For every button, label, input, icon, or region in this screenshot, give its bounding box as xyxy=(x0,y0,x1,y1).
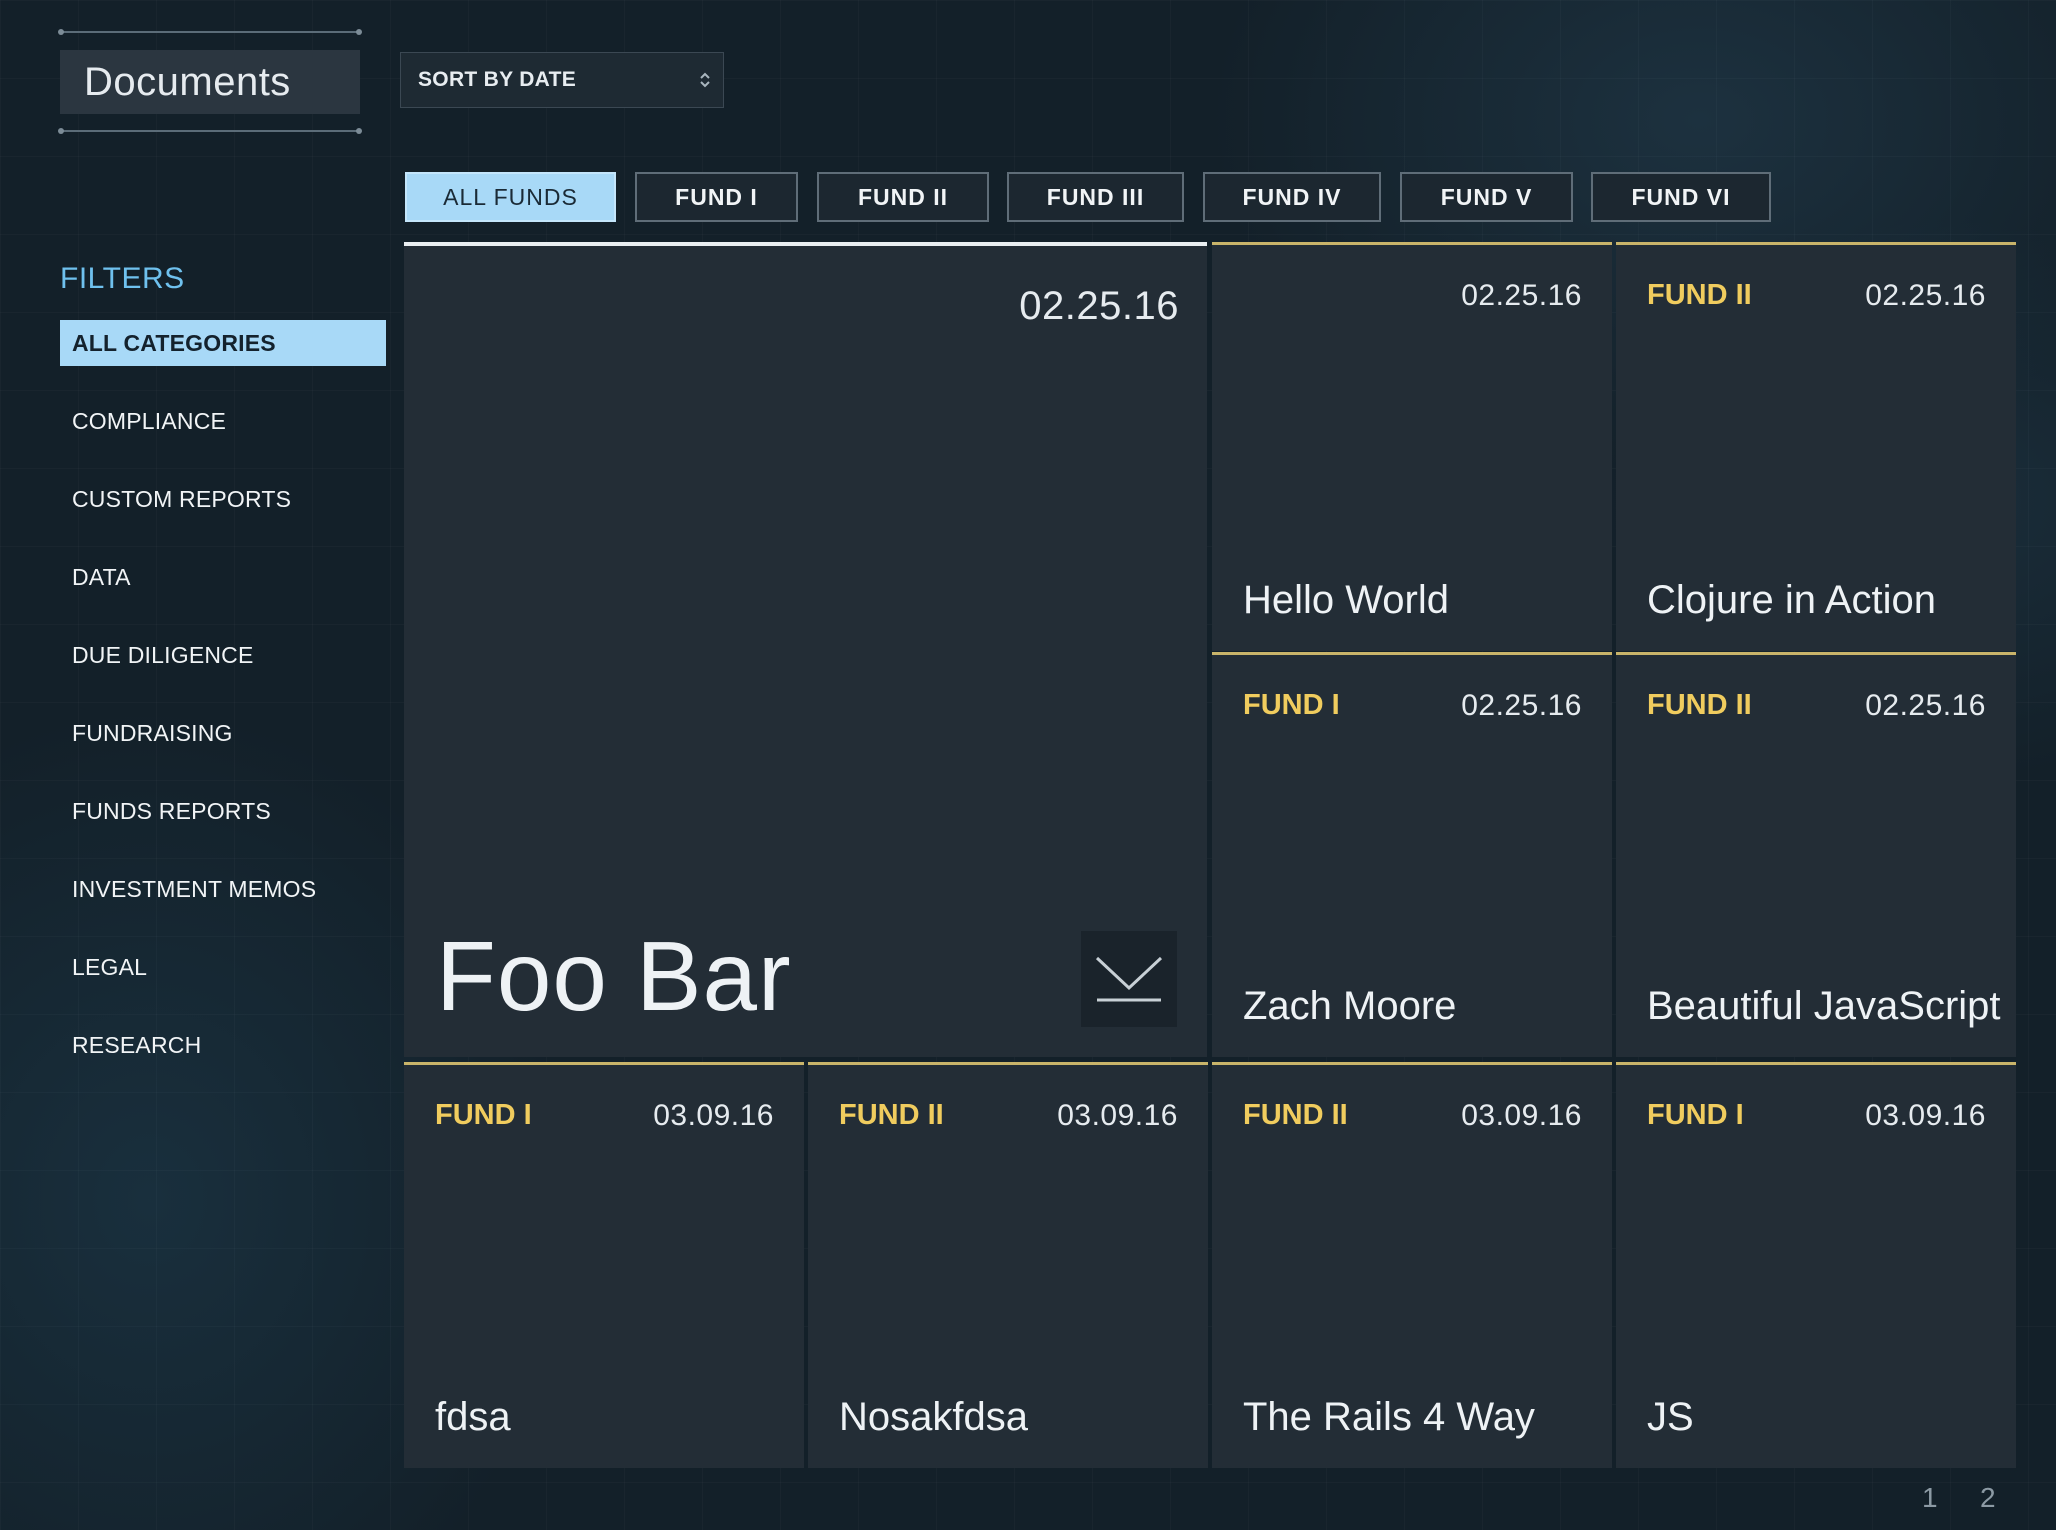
tab-fund-iv[interactable]: FUND IV xyxy=(1203,172,1381,222)
download-button[interactable] xyxy=(1081,931,1177,1027)
filter-funds-reports[interactable]: FUNDS REPORTS xyxy=(60,788,386,834)
tab-fund-i[interactable]: FUND I xyxy=(635,172,798,222)
filter-all-categories[interactable]: ALL CATEGORIES xyxy=(60,320,386,366)
document-card[interactable]: FUND I 03.09.16 fdsa xyxy=(404,1062,804,1468)
sort-dropdown-label: SORT BY DATE xyxy=(418,68,577,91)
filter-due-diligence[interactable]: DUE DILIGENCE xyxy=(60,632,386,678)
filter-investment-memos[interactable]: INVESTMENT MEMOS xyxy=(60,866,386,912)
document-fund: FUND I xyxy=(1243,689,1340,721)
filter-custom-reports[interactable]: CUSTOM REPORTS xyxy=(60,476,386,522)
document-title: Zach Moore xyxy=(1243,984,1457,1028)
document-fund: FUND II xyxy=(1243,1099,1348,1131)
document-card-featured[interactable]: 02.25.16 Foo Bar xyxy=(404,242,1207,1057)
filter-legal[interactable]: LEGAL xyxy=(60,944,386,990)
tab-fund-vi[interactable]: FUND VI xyxy=(1591,172,1771,222)
document-fund: FUND II xyxy=(839,1099,944,1131)
title-top-rule xyxy=(58,29,362,35)
filter-compliance[interactable]: COMPLIANCE xyxy=(60,398,386,444)
document-title: Clojure in Action xyxy=(1647,578,1937,622)
document-date: 03.09.16 xyxy=(1865,1099,1986,1132)
document-fund: FUND II xyxy=(1647,279,1752,311)
document-card[interactable]: FUND II 02.25.16 Clojure in Action xyxy=(1616,242,2016,651)
document-fund: FUND I xyxy=(1647,1099,1744,1131)
document-card[interactable]: FUND II 03.09.16 The Rails 4 Way xyxy=(1212,1062,1612,1468)
document-card[interactable]: FUND I 02.25.16 Zach Moore xyxy=(1212,652,1612,1057)
title-bottom-rule xyxy=(58,128,362,134)
document-card[interactable]: 02.25.16 Hello World xyxy=(1212,242,1612,651)
document-date: 03.09.16 xyxy=(1461,1099,1582,1132)
document-date: 02.25.16 xyxy=(1019,284,1179,328)
document-date: 02.25.16 xyxy=(1865,279,1986,312)
document-title: JS xyxy=(1647,1395,1694,1439)
sort-dropdown[interactable]: SORT BY DATE xyxy=(400,52,724,108)
document-date: 02.25.16 xyxy=(1461,689,1582,722)
filter-fundraising[interactable]: FUNDRAISING xyxy=(60,710,386,756)
filter-research[interactable]: RESEARCH xyxy=(60,1022,386,1068)
document-title: fdsa xyxy=(435,1395,511,1439)
document-title: Hello World xyxy=(1243,578,1449,622)
page-title: Documents xyxy=(60,50,360,114)
document-date: 02.25.16 xyxy=(1461,279,1582,312)
up-down-caret-icon xyxy=(700,72,710,88)
tab-fund-iii[interactable]: FUND III xyxy=(1007,172,1184,222)
pagination-page-1[interactable]: 1 xyxy=(1922,1482,1938,1514)
app-root: Documents SORT BY DATE ALL FUNDS FUND I … xyxy=(0,0,2056,1530)
document-card[interactable]: FUND II 03.09.16 Nosakfdsa xyxy=(808,1062,1208,1468)
tab-fund-v[interactable]: FUND V xyxy=(1400,172,1573,222)
document-title: Foo Bar xyxy=(436,921,792,1031)
document-date: 03.09.16 xyxy=(1057,1099,1178,1132)
document-card[interactable]: FUND II 02.25.16 Beautiful JavaScript xyxy=(1616,652,2016,1057)
document-date: 03.09.16 xyxy=(653,1099,774,1132)
filters-heading: FILTERS xyxy=(60,262,185,295)
tab-all-funds[interactable]: ALL FUNDS xyxy=(405,172,616,222)
document-title: The Rails 4 Way xyxy=(1243,1395,1535,1439)
filter-data[interactable]: DATA xyxy=(60,554,386,600)
document-fund: FUND II xyxy=(1647,689,1752,721)
document-fund: FUND I xyxy=(435,1099,532,1131)
document-card[interactable]: FUND I 03.09.16 JS xyxy=(1616,1062,2016,1468)
document-date: 02.25.16 xyxy=(1865,689,1986,722)
tab-fund-ii[interactable]: FUND II xyxy=(817,172,989,222)
document-title: Nosakfdsa xyxy=(839,1395,1028,1439)
document-title: Beautiful JavaScript xyxy=(1647,984,2001,1028)
chevron-down-icon xyxy=(1095,956,1163,1002)
pagination-page-2[interactable]: 2 xyxy=(1980,1482,1996,1514)
